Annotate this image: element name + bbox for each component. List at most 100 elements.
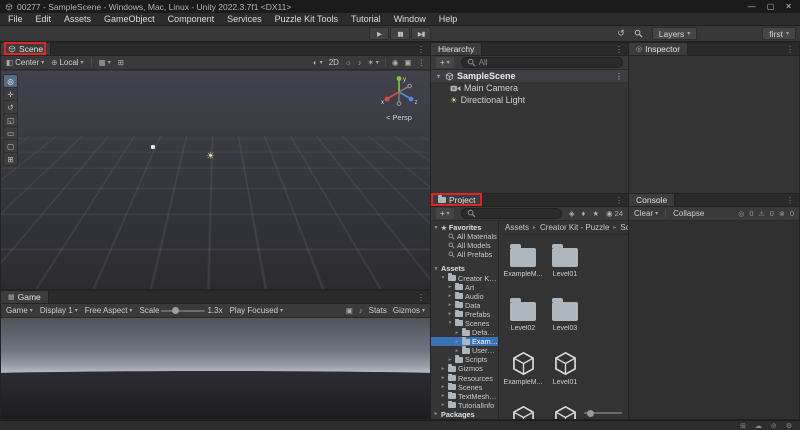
- asset-item-scene-level01[interactable]: Level01: [545, 347, 585, 398]
- tree-item-example-selected[interactable]: ▸ Example: [431, 337, 498, 347]
- custom-tool-button[interactable]: ⊞: [4, 153, 17, 165]
- panel-menu-icon[interactable]: ⋮: [781, 194, 799, 206]
- minimize-button[interactable]: —: [748, 2, 756, 11]
- tree-item-resources[interactable]: ▸ Resources: [431, 373, 498, 383]
- hierarchy-search-input[interactable]: All: [460, 57, 623, 68]
- screenshot-icon[interactable]: ▣: [346, 306, 353, 315]
- scale-slider-knob[interactable]: [172, 307, 179, 314]
- stats-toggle[interactable]: Stats: [369, 306, 387, 315]
- asset-zoom-slider[interactable]: [584, 409, 622, 417]
- project-search-input[interactable]: [460, 208, 562, 219]
- breadcrumb-creator-kit[interactable]: Creator Kit - Puzzle: [540, 223, 609, 232]
- game-mode-dropdown[interactable]: Game ▾: [6, 306, 33, 315]
- menu-item-puzzle-kit-tools[interactable]: Puzzle Kit Tools: [275, 14, 338, 24]
- hidden-packages-toggle[interactable]: ◉ 24: [606, 209, 623, 218]
- snap-settings-button[interactable]: ⊞: [118, 58, 124, 67]
- menu-item-window[interactable]: Window: [394, 14, 426, 24]
- status-block-icon[interactable]: ⊘: [771, 422, 777, 430]
- tree-item-textmeshpro[interactable]: ▸ TextMesh Pr: [431, 391, 498, 401]
- info-icon[interactable]: ◎: [738, 210, 744, 218]
- hierarchy-item-main-camera[interactable]: Main Camera: [431, 82, 628, 94]
- scale-slider[interactable]: [161, 307, 206, 314]
- tree-item-audio[interactable]: ▸ Audio: [431, 291, 498, 301]
- layers-dropdown[interactable]: Layers ▾: [651, 27, 698, 40]
- scene-orientation-gizmo[interactable]: y x z < Persp: [376, 73, 422, 122]
- rect-tool-button[interactable]: ▭: [4, 127, 17, 139]
- draw-mode-dropdown[interactable]: ◐ ▾: [313, 58, 323, 67]
- create-object-dropdown[interactable]: + ▾: [436, 57, 454, 68]
- tree-item-defaults[interactable]: ▸ DefaultS: [431, 328, 498, 337]
- panel-menu-icon[interactable]: ⋮: [781, 43, 799, 55]
- mute-audio-icon[interactable]: ♪: [359, 306, 363, 315]
- error-icon[interactable]: ⊗: [779, 210, 785, 218]
- rotate-tool-button[interactable]: ↺: [4, 101, 17, 113]
- tree-item-scenes[interactable]: ▾ Scenes: [431, 318, 498, 328]
- menu-item-assets[interactable]: Assets: [64, 14, 91, 24]
- hierarchy-scene-row[interactable]: ▾ SampleScene ⋮: [431, 70, 628, 82]
- scene-viewport[interactable]: ☀ ◎ ✛ ↺ ◱ ▭ ▢ ⊞ y x z < Persp: [1, 71, 430, 289]
- layout-dropdown[interactable]: first ▾: [762, 27, 796, 40]
- undo-history-icon[interactable]: ↺: [617, 28, 625, 39]
- tree-item-gizmos[interactable]: ▸ Gizmos: [431, 364, 498, 373]
- tree-item-favorites[interactable]: ▾ ★ Favorites: [431, 223, 498, 232]
- tree-item-scripts[interactable]: ▸ Scripts: [431, 355, 498, 364]
- panel-menu-icon[interactable]: ⋮: [412, 291, 430, 303]
- scene-options-icon[interactable]: ⋮: [615, 72, 628, 81]
- menu-item-help[interactable]: Help: [439, 14, 458, 24]
- gizmos-dropdown[interactable]: Gizmos ▾: [393, 306, 425, 315]
- 2d-toggle[interactable]: 2D: [329, 58, 339, 67]
- menu-item-tutorial[interactable]: Tutorial: [351, 14, 381, 24]
- tab-scene[interactable]: Scene: [1, 43, 52, 55]
- play-focused-dropdown[interactable]: Play Focused ▾: [230, 306, 283, 315]
- tree-item-creator-kit[interactable]: ▾ Creator Kit - Pu: [431, 273, 498, 283]
- tab-hierarchy[interactable]: Hierarchy: [431, 43, 483, 55]
- clear-dropdown[interactable]: Clear ▾: [634, 209, 658, 218]
- aspect-ratio-dropdown[interactable]: Free Aspect ▾: [85, 306, 133, 315]
- maximize-button[interactable]: ▢: [767, 2, 775, 11]
- close-button[interactable]: ✕: [785, 2, 792, 11]
- create-asset-dropdown[interactable]: + ▾: [436, 208, 454, 219]
- menu-item-services[interactable]: Services: [227, 14, 262, 24]
- display-dropdown[interactable]: Display 1 ▾: [40, 306, 78, 315]
- tree-item-tutorialinfo[interactable]: ▸ TutorialInfo: [431, 400, 498, 410]
- collapse-toggle[interactable]: Collapse: [673, 209, 704, 218]
- panel-menu-icon[interactable]: ⋮: [412, 43, 430, 55]
- tree-item-packages[interactable]: ▸ Packages: [431, 410, 498, 419]
- asset-item-folder-level02[interactable]: Level02: [503, 293, 543, 344]
- menu-item-gameobject[interactable]: GameObject: [104, 14, 155, 24]
- tree-item-all-prefabs[interactable]: All Prefabs: [431, 250, 498, 259]
- search-by-label-icon[interactable]: ♦: [582, 209, 586, 218]
- hierarchy-item-directional-light[interactable]: ☀ Directional Light: [431, 94, 628, 106]
- asset-item-scene-level03[interactable]: Level03: [545, 401, 585, 419]
- scene-audio-toggle-icon[interactable]: ♪: [358, 58, 362, 67]
- status-cloud-icon[interactable]: ☁: [755, 422, 762, 430]
- asset-item-scene-examplemaze[interactable]: ExampleM...: [503, 347, 543, 398]
- asset-item-scene-level02[interactable]: Level02: [503, 401, 543, 419]
- menu-item-edit[interactable]: Edit: [36, 14, 52, 24]
- scale-tool-button[interactable]: ◱: [4, 114, 17, 126]
- overlay-menu-icon[interactable]: ⋮: [418, 58, 426, 67]
- status-gear-icon[interactable]: ⚙: [786, 422, 792, 430]
- save-search-icon[interactable]: ★: [592, 209, 599, 218]
- scene-visibility-icon[interactable]: ◉: [392, 58, 399, 67]
- asset-item-folder-level03[interactable]: Level03: [545, 293, 585, 344]
- tree-item-all-models[interactable]: All Models: [431, 241, 498, 250]
- tab-console[interactable]: Console: [629, 194, 676, 206]
- view-tool-button[interactable]: ◎: [4, 75, 17, 87]
- play-button[interactable]: ▶: [369, 27, 389, 40]
- panel-menu-icon[interactable]: ⋮: [610, 43, 628, 55]
- asset-item-folder-level01[interactable]: Level01: [545, 239, 585, 290]
- asset-zoom-knob[interactable]: [587, 409, 594, 417]
- breadcrumb-assets[interactable]: Assets: [505, 223, 529, 232]
- menu-item-component[interactable]: Component: [168, 14, 215, 24]
- transform-tool-button[interactable]: ▢: [4, 140, 17, 152]
- move-tool-button[interactable]: ✛: [4, 88, 17, 100]
- perspective-toggle[interactable]: < Persp: [376, 113, 422, 122]
- menu-item-file[interactable]: File: [8, 14, 23, 24]
- pause-button[interactable]: ▮▮: [390, 27, 410, 40]
- step-button[interactable]: ▶▮: [411, 27, 431, 40]
- grid-visibility-dropdown[interactable]: ▦ ▾: [99, 58, 111, 67]
- directional-light-gizmo-icon[interactable]: ☀: [206, 151, 215, 162]
- tree-item-all-materials[interactable]: All Materials: [431, 232, 498, 241]
- handle-position-dropdown[interactable]: ◧ Center ▾: [6, 58, 44, 67]
